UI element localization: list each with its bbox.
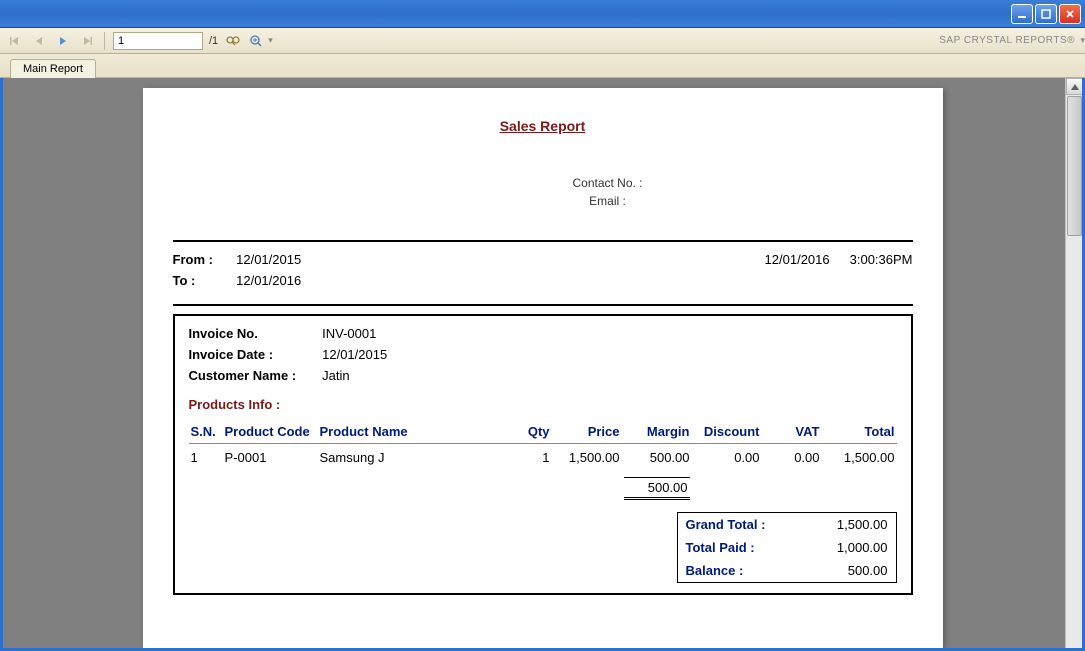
cell-price: 1,500.00	[552, 444, 622, 472]
window-titlebar	[0, 0, 1085, 28]
tab-strip: Main Report	[0, 54, 1085, 78]
divider	[173, 304, 913, 306]
invoice-box: Invoice No. INV-0001 Invoice Date : 12/0…	[173, 314, 913, 595]
report-page: Sales Report Contact No. : Email : From …	[143, 88, 943, 648]
invoice-date-label: Invoice Date :	[189, 347, 319, 362]
products-info-label: Products Info :	[189, 397, 897, 412]
last-page-button[interactable]	[78, 32, 96, 50]
contact-label: Contact No. :	[303, 174, 913, 192]
col-code: Product Code	[223, 420, 318, 444]
cell-vat: 0.00	[762, 444, 822, 472]
invoice-date: 12/01/2015	[322, 347, 387, 362]
cell-total: 1,500.00	[822, 444, 897, 472]
tab-main-report[interactable]: Main Report	[10, 59, 96, 78]
total-paid-value: 1,000.00	[837, 540, 888, 555]
to-value: 12/01/2016	[236, 273, 301, 288]
prev-page-button[interactable]	[30, 32, 48, 50]
col-margin: Margin	[622, 420, 692, 444]
print-time: 3:00:36PM	[850, 252, 913, 294]
report-toolbar: /1 ▾ SAP CRYSTAL REPORTS® ▾	[0, 28, 1085, 54]
subtotal-row: 500.00	[189, 471, 897, 506]
report-viewer: Sales Report Contact No. : Email : From …	[0, 78, 1085, 651]
zoom-button[interactable]	[248, 32, 266, 50]
contact-block: Contact No. : Email :	[303, 174, 913, 210]
first-page-button[interactable]	[6, 32, 24, 50]
table-row: 1 P-0001 Samsung J 1 1,500.00 500.00 0.0…	[189, 444, 897, 472]
invoice-no-label: Invoice No.	[189, 326, 319, 341]
total-paid-label: Total Paid :	[686, 540, 755, 555]
vertical-scrollbar[interactable]	[1065, 78, 1082, 648]
col-name: Product Name	[318, 420, 512, 444]
col-discount: Discount	[692, 420, 762, 444]
toolbar-overflow-icon[interactable]: ▾	[1080, 35, 1085, 46]
scroll-thumb[interactable]	[1067, 96, 1082, 236]
col-vat: VAT	[762, 420, 822, 444]
cell-margin: 500.00	[622, 444, 692, 472]
cell-name: Samsung J	[318, 444, 512, 472]
totals-box: Grand Total : 1,500.00 Total Paid : 1,000.…	[677, 512, 897, 583]
cell-code: P-0001	[223, 444, 318, 472]
find-button[interactable]	[224, 32, 242, 50]
brand-label: SAP CRYSTAL REPORTS®	[939, 35, 1075, 46]
minimize-button[interactable]	[1011, 4, 1033, 24]
divider	[173, 240, 913, 242]
date-range-row: From : 12/01/2015 To : 12/01/2016 12/01/…	[173, 252, 913, 294]
scroll-up-button[interactable]	[1066, 78, 1083, 95]
balance-label: Balance :	[686, 563, 744, 578]
invoice-no: INV-0001	[322, 326, 376, 341]
grand-total-label: Grand Total :	[686, 517, 766, 532]
products-table: S.N. Product Code Product Name Qty Price…	[189, 420, 897, 506]
zoom-dropdown-icon[interactable]: ▾	[268, 35, 273, 46]
close-button[interactable]	[1059, 4, 1081, 24]
grand-total-value: 1,500.00	[837, 517, 888, 532]
email-label: Email :	[303, 192, 913, 210]
to-label: To :	[173, 273, 233, 288]
maximize-button[interactable]	[1035, 4, 1057, 24]
customer-name: Jatin	[322, 368, 349, 383]
cell-sn: 1	[189, 444, 223, 472]
cell-qty: 1	[512, 444, 552, 472]
from-label: From :	[173, 252, 233, 267]
table-header-row: S.N. Product Code Product Name Qty Price…	[189, 420, 897, 444]
balance-value: 500.00	[848, 563, 888, 578]
from-value: 12/01/2015	[236, 252, 301, 267]
report-title: Sales Report	[173, 118, 913, 134]
col-sn: S.N.	[189, 420, 223, 444]
page-count-label: /1	[209, 35, 218, 47]
print-date: 12/01/2016	[765, 252, 830, 294]
separator	[104, 32, 105, 50]
page-number-input[interactable]	[113, 32, 203, 50]
col-price: Price	[552, 420, 622, 444]
customer-name-label: Customer Name :	[189, 368, 319, 383]
col-total: Total	[822, 420, 897, 444]
next-page-button[interactable]	[54, 32, 72, 50]
col-qty: Qty	[512, 420, 552, 444]
margin-subtotal: 500.00	[624, 477, 690, 500]
cell-discount: 0.00	[692, 444, 762, 472]
